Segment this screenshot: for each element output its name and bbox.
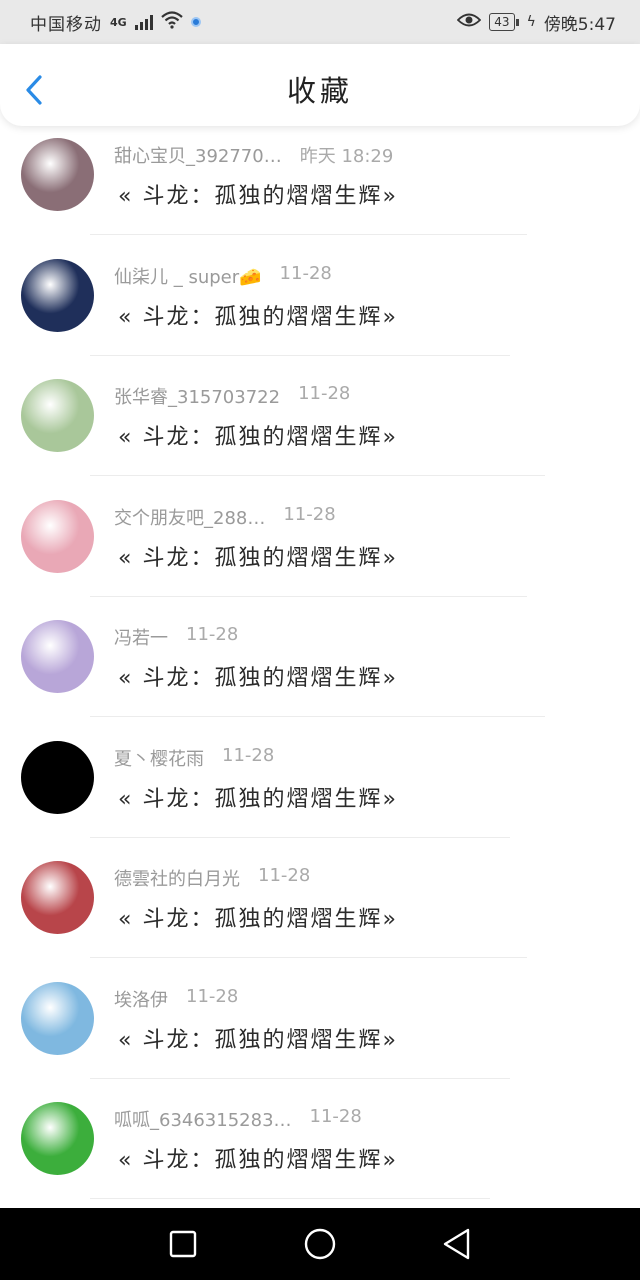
app-notification-icon xyxy=(190,17,201,27)
divider xyxy=(90,475,545,476)
divider xyxy=(90,1198,490,1199)
divider xyxy=(90,595,527,597)
collection-title[interactable]: « 斗龙：孤独的熠熠生辉» xyxy=(118,660,398,692)
timestamp: 11-28 xyxy=(298,383,351,404)
username[interactable]: 交个朋友吧_288… xyxy=(114,504,265,530)
timestamp: 11-28 xyxy=(186,624,239,645)
navigation-bar xyxy=(0,1208,640,1280)
username[interactable]: 埃洛伊 xyxy=(114,986,168,1012)
header: 收藏 xyxy=(0,44,640,126)
collection-title[interactable]: « 斗龙：孤独的熠熠生辉» xyxy=(118,1022,398,1054)
collection-item[interactable]: 交个朋友吧_288… 11-28 « 斗龙：孤独的熠熠生辉» xyxy=(0,492,640,613)
username[interactable]: 仙柒儿 _ super🧀 xyxy=(114,263,262,289)
item-meta: 德雲社的白月光 11-28 xyxy=(114,865,310,891)
square-icon[interactable] xyxy=(165,1226,201,1262)
avatar[interactable] xyxy=(21,740,94,814)
username[interactable]: 德雲社的白月光 xyxy=(114,865,240,891)
collection-item[interactable]: 埃洛伊 11-28 « 斗龙：孤独的熠熠生辉» xyxy=(0,974,640,1095)
collection-item[interactable]: 呱呱_6346315283… 11-28 « 斗龙：孤独的熠熠生辉» xyxy=(0,1094,640,1215)
avatar[interactable] xyxy=(21,379,94,452)
collection-item[interactable]: 冯若一 11-28 « 斗龙：孤独的熠熠生辉» xyxy=(0,612,640,733)
item-meta: 仙柒儿 _ super🧀 11-28 xyxy=(114,263,332,289)
collection-title[interactable]: « 斗龙：孤独的熠熠生辉» xyxy=(118,781,398,813)
charging-icon: ϟ xyxy=(526,14,536,30)
item-meta: 冯若一 11-28 xyxy=(114,624,238,650)
username[interactable]: 夏丶樱花雨 xyxy=(114,745,204,771)
collection-item[interactable]: 仙柒儿 _ super🧀 11-28 « 斗龙：孤独的熠熠生辉» xyxy=(0,251,640,372)
signal-icon xyxy=(134,14,153,30)
collection-title[interactable]: « 斗龙：孤独的熠熠生辉» xyxy=(118,1142,398,1174)
timestamp: 11-28 xyxy=(309,1106,362,1127)
collection-title[interactable]: « 斗龙：孤独的熠熠生辉» xyxy=(118,901,398,933)
battery-level: 43 xyxy=(489,13,515,31)
avatar[interactable] xyxy=(21,1102,94,1175)
divider xyxy=(90,957,527,958)
timestamp: 11-28 xyxy=(222,744,275,766)
status-bar: 中国移动 4G 43 ϟ 傍晚5:47 xyxy=(0,0,640,44)
divider xyxy=(90,354,510,356)
divider xyxy=(90,836,510,838)
network-type: 4G xyxy=(110,15,127,29)
item-meta: 张华睿_315703722 11-28 xyxy=(114,383,350,409)
username[interactable]: 张华睿_315703722 xyxy=(114,383,280,409)
item-meta: 呱呱_6346315283… 11-28 xyxy=(114,1106,362,1132)
status-time: 傍晚5:47 xyxy=(543,14,616,35)
collection-title[interactable]: « 斗龙：孤独的熠熠生辉» xyxy=(118,299,398,331)
collection-item[interactable]: 张华睿_315703722 11-28 « 斗龙：孤独的熠熠生辉» xyxy=(0,371,640,492)
timestamp: 11-28 xyxy=(186,985,239,1007)
timestamp: 11-28 xyxy=(279,262,332,284)
collection-title[interactable]: « 斗龙：孤独的熠熠生辉» xyxy=(118,540,398,572)
battery-icon: 43 xyxy=(489,13,519,31)
username[interactable]: 冯若一 xyxy=(114,624,168,650)
collection-title[interactable]: « 斗龙：孤独的熠熠生辉» xyxy=(118,419,398,451)
timestamp: 11-28 xyxy=(283,503,336,525)
avatar[interactable] xyxy=(21,258,94,332)
avatar[interactable] xyxy=(21,620,94,693)
collection-item[interactable]: 德雲社的白月光 11-28 « 斗龙：孤独的熠熠生辉» xyxy=(0,853,640,974)
item-meta: 交个朋友吧_288… 11-28 xyxy=(114,504,336,530)
item-meta: 甜心宝贝_392770… 昨天 18:29 xyxy=(114,142,393,168)
divider xyxy=(90,716,545,717)
triangle-back-icon[interactable] xyxy=(438,1226,474,1262)
avatar[interactable] xyxy=(21,861,94,934)
collection-item[interactable]: 夏丶樱花雨 11-28 « 斗龙：孤独的熠熠生辉» xyxy=(0,733,640,854)
eye-icon xyxy=(457,11,482,33)
divider xyxy=(90,1077,510,1079)
collection-item[interactable]: 甜心宝贝_392770… 昨天 18:29 « 斗龙：孤独的熠熠生辉» xyxy=(0,130,640,251)
carrier-label: 中国移动 xyxy=(30,14,102,35)
collection-list: 甜心宝贝_392770… 昨天 18:29 « 斗龙：孤独的熠熠生辉» 仙柒儿 _ s… xyxy=(0,130,640,1215)
collection-title[interactable]: « 斗龙：孤独的熠熠生辉» xyxy=(118,178,398,210)
wifi-icon xyxy=(160,11,183,33)
avatar[interactable] xyxy=(21,499,94,573)
circle-icon[interactable] xyxy=(302,1226,338,1262)
username[interactable]: 呱呱_6346315283… xyxy=(114,1106,292,1132)
timestamp: 11-28 xyxy=(258,865,311,886)
avatar[interactable] xyxy=(21,981,94,1055)
username[interactable]: 甜心宝贝_392770… xyxy=(114,142,282,168)
item-meta: 夏丶樱花雨 11-28 xyxy=(114,745,274,771)
avatar[interactable] xyxy=(21,138,94,211)
timestamp: 昨天 18:29 xyxy=(299,146,394,167)
divider xyxy=(90,234,527,235)
page-title: 收藏 xyxy=(286,74,353,108)
item-meta: 埃洛伊 11-28 xyxy=(114,986,238,1012)
